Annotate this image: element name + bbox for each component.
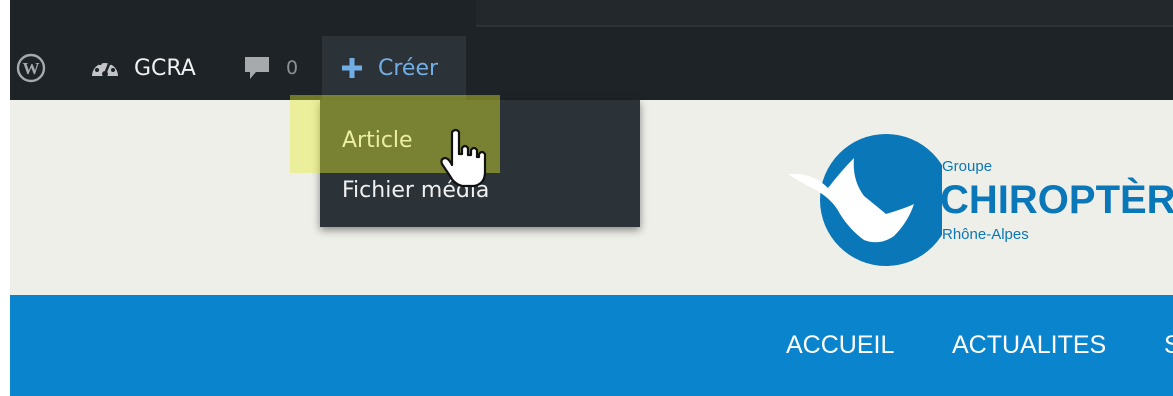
comments-link[interactable]: 0 xyxy=(242,36,298,100)
svg-text:W: W xyxy=(23,59,40,78)
wordpress-menu[interactable]: W xyxy=(16,36,46,100)
browser-top-strip xyxy=(10,0,1173,36)
logo-line-groupe: Groupe xyxy=(942,158,993,175)
nav-item-partial[interactable]: S xyxy=(1164,295,1173,396)
wp-admin-bar: W GCRA 0 Créer xyxy=(10,36,1173,100)
wordpress-logo-icon: W xyxy=(16,53,46,83)
site-name-label: GCRA xyxy=(134,55,196,81)
dashboard-icon xyxy=(92,61,118,77)
new-content-menu[interactable]: Créer xyxy=(322,36,466,100)
nav-item-accueil[interactable]: ACCUEIL xyxy=(786,295,894,396)
logo-line-region: Rhône-Alpes xyxy=(942,226,1029,243)
hand-pointer-cursor-icon xyxy=(440,128,487,188)
site-name-menu[interactable]: GCRA xyxy=(90,36,196,100)
bat-logo-icon xyxy=(788,134,942,266)
nav-item-actualites[interactable]: ACTUALITES xyxy=(952,295,1106,396)
browser-top-bar xyxy=(476,0,1173,27)
comment-bubble-icon xyxy=(245,57,269,79)
main-navigation: ACCUEIL ACTUALITES S xyxy=(10,295,1173,396)
comment-count: 0 xyxy=(286,57,299,79)
site-logo[interactable]: Groupe CHIROPTÈRES Rhône-Alpes xyxy=(782,118,1173,278)
logo-line-main: CHIROPTÈRES xyxy=(940,178,1173,222)
plus-icon xyxy=(342,58,362,78)
new-content-label: Créer xyxy=(378,55,439,81)
